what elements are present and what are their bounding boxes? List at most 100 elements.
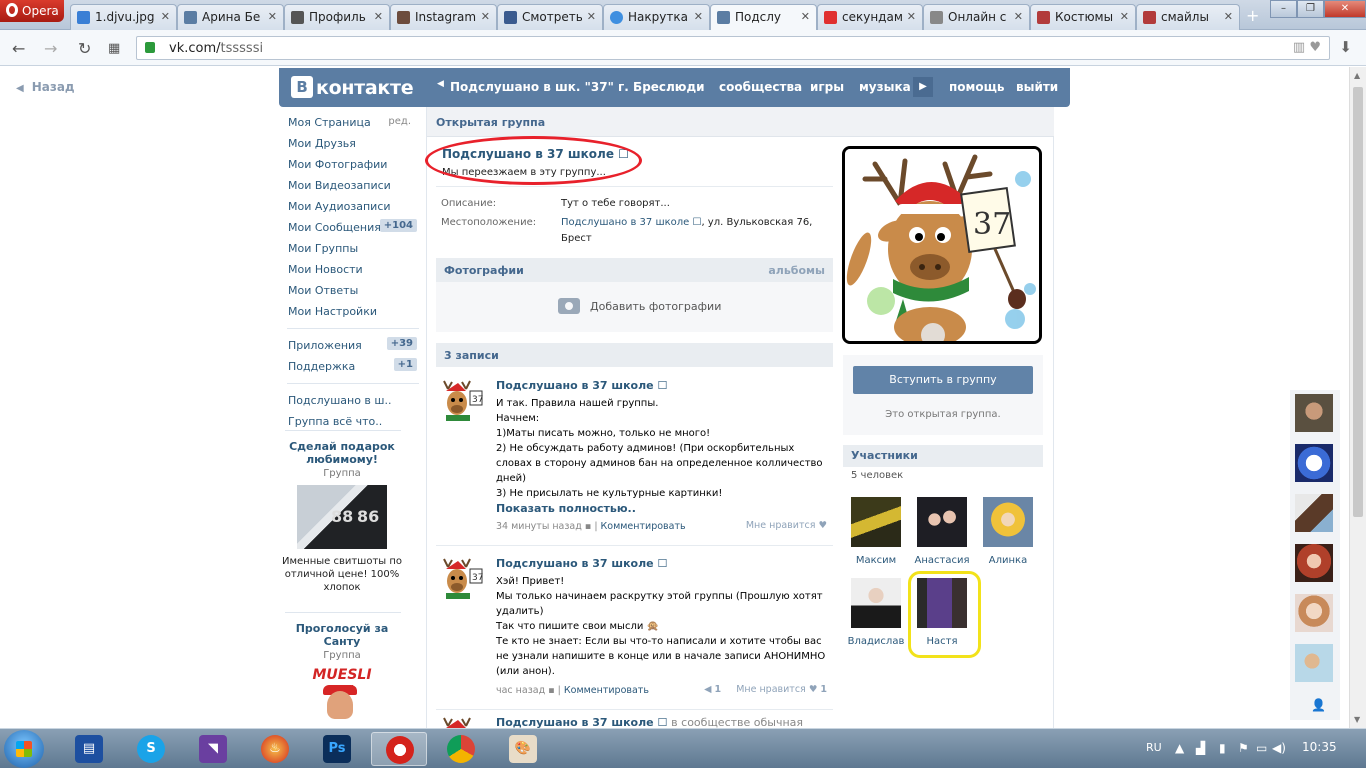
tab-close-icon[interactable]: ✕ [694,10,703,23]
header-link-communities[interactable]: сообщества [719,80,802,94]
scroll-up-icon[interactable]: ▲ [1354,71,1360,80]
post-author-link[interactable]: Подслушано в 37 школе ☐ [496,379,667,392]
tab-close-icon[interactable]: ✕ [801,10,810,23]
member-name[interactable]: Максим [846,555,906,566]
ad-block-2[interactable]: Проголосуй за Санту Группа MUESLI lunch [279,622,405,723]
tab-close-icon[interactable]: ✕ [1014,10,1023,23]
edit-link[interactable]: ред. [388,116,411,127]
wall-header[interactable]: 3 записи [436,343,833,367]
friend-avatar-1[interactable] [1295,394,1333,432]
tab-8[interactable]: секундам ✕ [817,4,923,30]
friend-search-person-icon[interactable]: 👤 [1311,698,1326,712]
friend-avatar-4[interactable] [1295,544,1333,582]
back-arrow-icon[interactable]: ← [12,39,25,58]
tab-11[interactable]: смайлы ✕ [1136,4,1240,30]
friend-avatar-5[interactable] [1295,594,1333,632]
header-group-link[interactable]: Подслушано в шк. "37" г. Брес... [450,80,680,94]
opera-menu-button[interactable]: Opera [0,0,64,22]
tab-close-icon[interactable]: ✕ [268,10,277,23]
menu-apps[interactable]: Приложения +39 [279,335,421,356]
friend-avatar-6[interactable] [1295,644,1333,682]
friend-avatar-3[interactable] [1295,494,1333,532]
photos-header[interactable]: Фотографии альбомы [436,258,833,282]
share-button[interactable]: ◀ 1 [704,684,721,695]
members-header[interactable]: Участники [843,445,1043,467]
menu-support[interactable]: Поддержка +1 [279,356,421,377]
member-photo[interactable] [917,497,967,547]
page-scrollbar[interactable]: ▲ ▼ [1349,67,1366,728]
post-avatar[interactable]: 37 [436,557,486,607]
tab-close-icon[interactable]: ✕ [481,10,490,23]
post-author-link[interactable]: Подслушано в 37 школе ☐ [496,716,667,728]
menu-news[interactable]: Мои Новости [279,259,421,280]
member-vladislav[interactable]: Владислав [846,578,906,647]
rss-grid-icon[interactable]: ▥ [1293,40,1305,55]
taskbar-app-visual-studio[interactable]: ◥ [185,732,241,766]
member-maksim[interactable]: Максим [846,497,906,566]
location-group-link[interactable]: Подслушано в 37 школе ☐ [561,217,701,228]
group-avatar-image[interactable]: 37 [842,146,1042,344]
menu-groups[interactable]: Мои Группы [279,238,421,259]
minimize-button[interactable]: – [1270,0,1297,18]
member-photo[interactable] [983,497,1033,547]
menu-videos[interactable]: Мои Видеозаписи [279,175,421,196]
tab-6[interactable]: Накрутка ✕ [603,4,710,30]
ad-title[interactable]: Проголосуй за Санту [279,622,405,648]
post-author-link[interactable]: Подслушано в 37 школе ☐ [496,557,667,570]
taskbar-app-floppy[interactable]: ▤ [61,732,117,766]
back-link[interactable]: ◀ Назад [16,80,75,94]
tray-expand-icon[interactable]: ▲ [1175,741,1184,755]
taskbar-app-chrome[interactable] [433,732,489,766]
header-next-arrow-icon[interactable]: ▶ [913,77,933,97]
tab-2[interactable]: Арина Бе ✕ [177,4,284,30]
tab-3[interactable]: Профиль ✕ [284,4,390,30]
reload-icon[interactable]: ↻ [78,39,91,58]
menu-settings[interactable]: Мои Настройки [279,301,421,322]
header-link-people[interactable]: люди [666,80,705,94]
post-time[interactable]: 34 минуты назад [496,521,582,532]
member-alinka[interactable]: Алинка [978,497,1038,566]
member-anastasia[interactable]: Анастасия [912,497,972,566]
taskbar-app-skype[interactable]: S [123,732,179,766]
bookmark-heart-icon[interactable]: ♥ [1309,40,1321,55]
post-avatar[interactable]: 37 [436,379,486,429]
new-tab-button[interactable]: + [1246,6,1259,25]
header-link-logout[interactable]: выйти [1016,80,1058,94]
comment-link[interactable]: Комментировать [564,685,649,696]
header-link-music[interactable]: музыка [859,80,911,94]
menu-my-page[interactable]: Моя Страница ред. [279,112,421,133]
close-window-button[interactable]: ✕ [1324,0,1366,18]
taskbar-app-opera-active[interactable] [371,732,427,766]
menu-answers[interactable]: Мои Ответы [279,280,421,301]
friend-avatar-2[interactable] [1295,444,1333,482]
tab-4[interactable]: Instagram ✕ [390,4,497,30]
like-button[interactable]: Мне нравится ♥ [746,520,827,531]
tab-close-icon[interactable]: ✕ [587,10,596,23]
post-avatar[interactable] [436,716,486,728]
member-name[interactable]: Анастасия [912,555,972,566]
volume-icon[interactable]: ◀) [1272,741,1286,755]
comment-link[interactable]: Комментировать [601,521,686,532]
ad-sweatshirt-image[interactable]: 88 86 [297,485,387,549]
menu-friends[interactable]: Мои Друзья [279,133,421,154]
download-icon[interactable]: ⬇ [1339,38,1352,56]
tab-7-active[interactable]: Подслу ✕ [710,4,817,31]
tab-close-icon[interactable]: ✕ [1120,10,1129,23]
tab-close-icon[interactable]: ✕ [907,10,916,23]
system-clock[interactable]: 10:35 [1302,740,1337,754]
network-signal-icon[interactable]: ▟ [1196,741,1205,755]
show-more-link[interactable]: Показать полностью.. [496,501,826,516]
taskbar-app-paint[interactable]: 🎨 [495,732,551,766]
header-link-games[interactable]: игры [810,80,844,94]
add-photo-button[interactable]: Добавить фотографии [558,298,721,314]
maximize-button[interactable]: ❐ [1297,0,1324,18]
like-button[interactable]: Мне нравится ♥ 1 [736,684,827,695]
ad-title[interactable]: Сделай подарок любимому! [279,440,405,466]
tab-close-icon[interactable]: ✕ [374,10,383,23]
tab-9[interactable]: Онлайн с ✕ [923,4,1030,30]
tab-close-icon[interactable]: ✕ [1224,10,1233,23]
address-bar[interactable]: vk.com/tsssssi ▥ ♥ [136,36,1330,60]
menu-messages[interactable]: Мои Сообщения +104 [279,217,421,238]
vk-logo[interactable]: Вконтакте [291,76,414,99]
forward-arrow-icon[interactable]: → [44,39,57,58]
